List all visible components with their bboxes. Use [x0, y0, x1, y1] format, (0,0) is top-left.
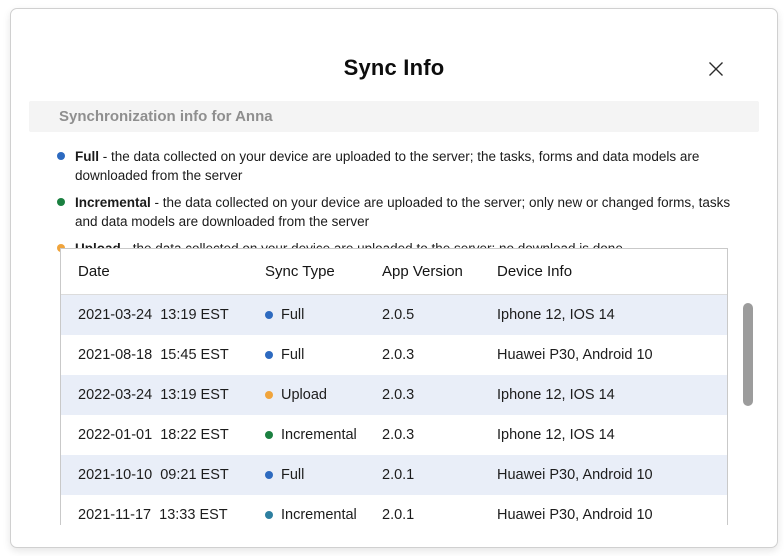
table-row[interactable]: 2021-03-24 13:19 EST Full 2.0.5 Iphone 1… — [61, 295, 727, 335]
legend-item: Incremental - the data collected on your… — [57, 193, 749, 231]
cell-app-version: 2.0.3 — [382, 387, 497, 403]
table-row[interactable]: 2022-03-24 13:19 EST Upload 2.0.3 Iphone… — [61, 375, 727, 415]
cell-date: 2022-03-24 13:19 EST — [61, 387, 265, 403]
sync-type-label: Full — [281, 467, 304, 483]
sync-type-label: Incremental — [281, 427, 357, 443]
cell-device-info: Iphone 12, IOS 14 — [497, 427, 727, 443]
column-header-date: Date — [61, 263, 265, 280]
table-row[interactable]: 2021-10-10 09:21 EST Full 2.0.1 Huawei P… — [61, 455, 727, 495]
sync-table: Date Sync Type App Version Device Info 2… — [60, 248, 728, 525]
sync-type-label: Upload — [281, 387, 327, 403]
sync-type-dot — [265, 511, 273, 519]
cell-device-info: Huawei P30, Android 10 — [497, 507, 727, 523]
sync-type-label: Incremental — [281, 507, 357, 523]
cell-date: 2022-01-01 18:22 EST — [61, 427, 265, 443]
modal-title: Sync Info — [11, 55, 777, 81]
sync-type-dot — [265, 311, 273, 319]
table-row[interactable]: 2021-11-17 13:33 EST Incremental 2.0.1 H… — [61, 495, 727, 525]
sync-type-dot — [265, 391, 273, 399]
sync-type-dot — [265, 471, 273, 479]
table-row[interactable]: 2021-08-18 15:45 EST Full 2.0.3 Huawei P… — [61, 335, 727, 375]
cell-app-version: 2.0.3 — [382, 427, 497, 443]
cell-sync-type: Upload — [265, 387, 382, 403]
cell-sync-type: Full — [265, 467, 382, 483]
legend-text: Incremental - the data collected on your… — [75, 193, 749, 231]
column-header-device-info: Device Info — [497, 263, 727, 280]
close-button[interactable] — [705, 58, 727, 80]
cell-device-info: Iphone 12, IOS 14 — [497, 307, 727, 323]
banner-text: Synchronization info for Anna — [59, 108, 273, 125]
cell-sync-type: Full — [265, 347, 382, 363]
sync-info-modal: Sync Info Synchronization info for Anna … — [10, 8, 778, 548]
cell-date: 2021-10-10 09:21 EST — [61, 467, 265, 483]
cell-date: 2021-03-24 13:19 EST — [61, 307, 265, 323]
sync-type-dot — [265, 431, 273, 439]
column-header-app-version: App Version — [382, 263, 497, 280]
cell-date: 2021-08-18 15:45 EST — [61, 347, 265, 363]
legend-text: Full - the data collected on your device… — [75, 147, 749, 185]
cell-app-version: 2.0.1 — [382, 507, 497, 523]
cell-sync-type: Full — [265, 307, 382, 323]
sync-type-dot — [57, 198, 65, 206]
table-header-row: Date Sync Type App Version Device Info — [61, 249, 727, 295]
column-header-sync-type: Sync Type — [265, 263, 382, 280]
cell-device-info: Iphone 12, IOS 14 — [497, 387, 727, 403]
sync-type-dot — [57, 152, 65, 160]
cell-device-info: Huawei P30, Android 10 — [497, 347, 727, 363]
cell-app-version: 2.0.5 — [382, 307, 497, 323]
sync-type-dot — [265, 351, 273, 359]
cell-app-version: 2.0.1 — [382, 467, 497, 483]
cell-device-info: Huawei P30, Android 10 — [497, 467, 727, 483]
cell-sync-type: Incremental — [265, 427, 382, 443]
cell-sync-type: Incremental — [265, 507, 382, 523]
legend-item: Full - the data collected on your device… — [57, 147, 749, 185]
cell-app-version: 2.0.3 — [382, 347, 497, 363]
close-icon — [708, 61, 724, 77]
table-body: 2021-03-24 13:19 EST Full 2.0.5 Iphone 1… — [61, 295, 727, 525]
banner: Synchronization info for Anna — [29, 101, 759, 132]
table-row[interactable]: 2022-01-01 18:22 EST Incremental 2.0.3 I… — [61, 415, 727, 455]
sync-type-label: Full — [281, 307, 304, 323]
cell-date: 2021-11-17 13:33 EST — [61, 507, 265, 523]
sync-type-label: Full — [281, 347, 304, 363]
scrollbar-thumb[interactable] — [743, 303, 753, 406]
